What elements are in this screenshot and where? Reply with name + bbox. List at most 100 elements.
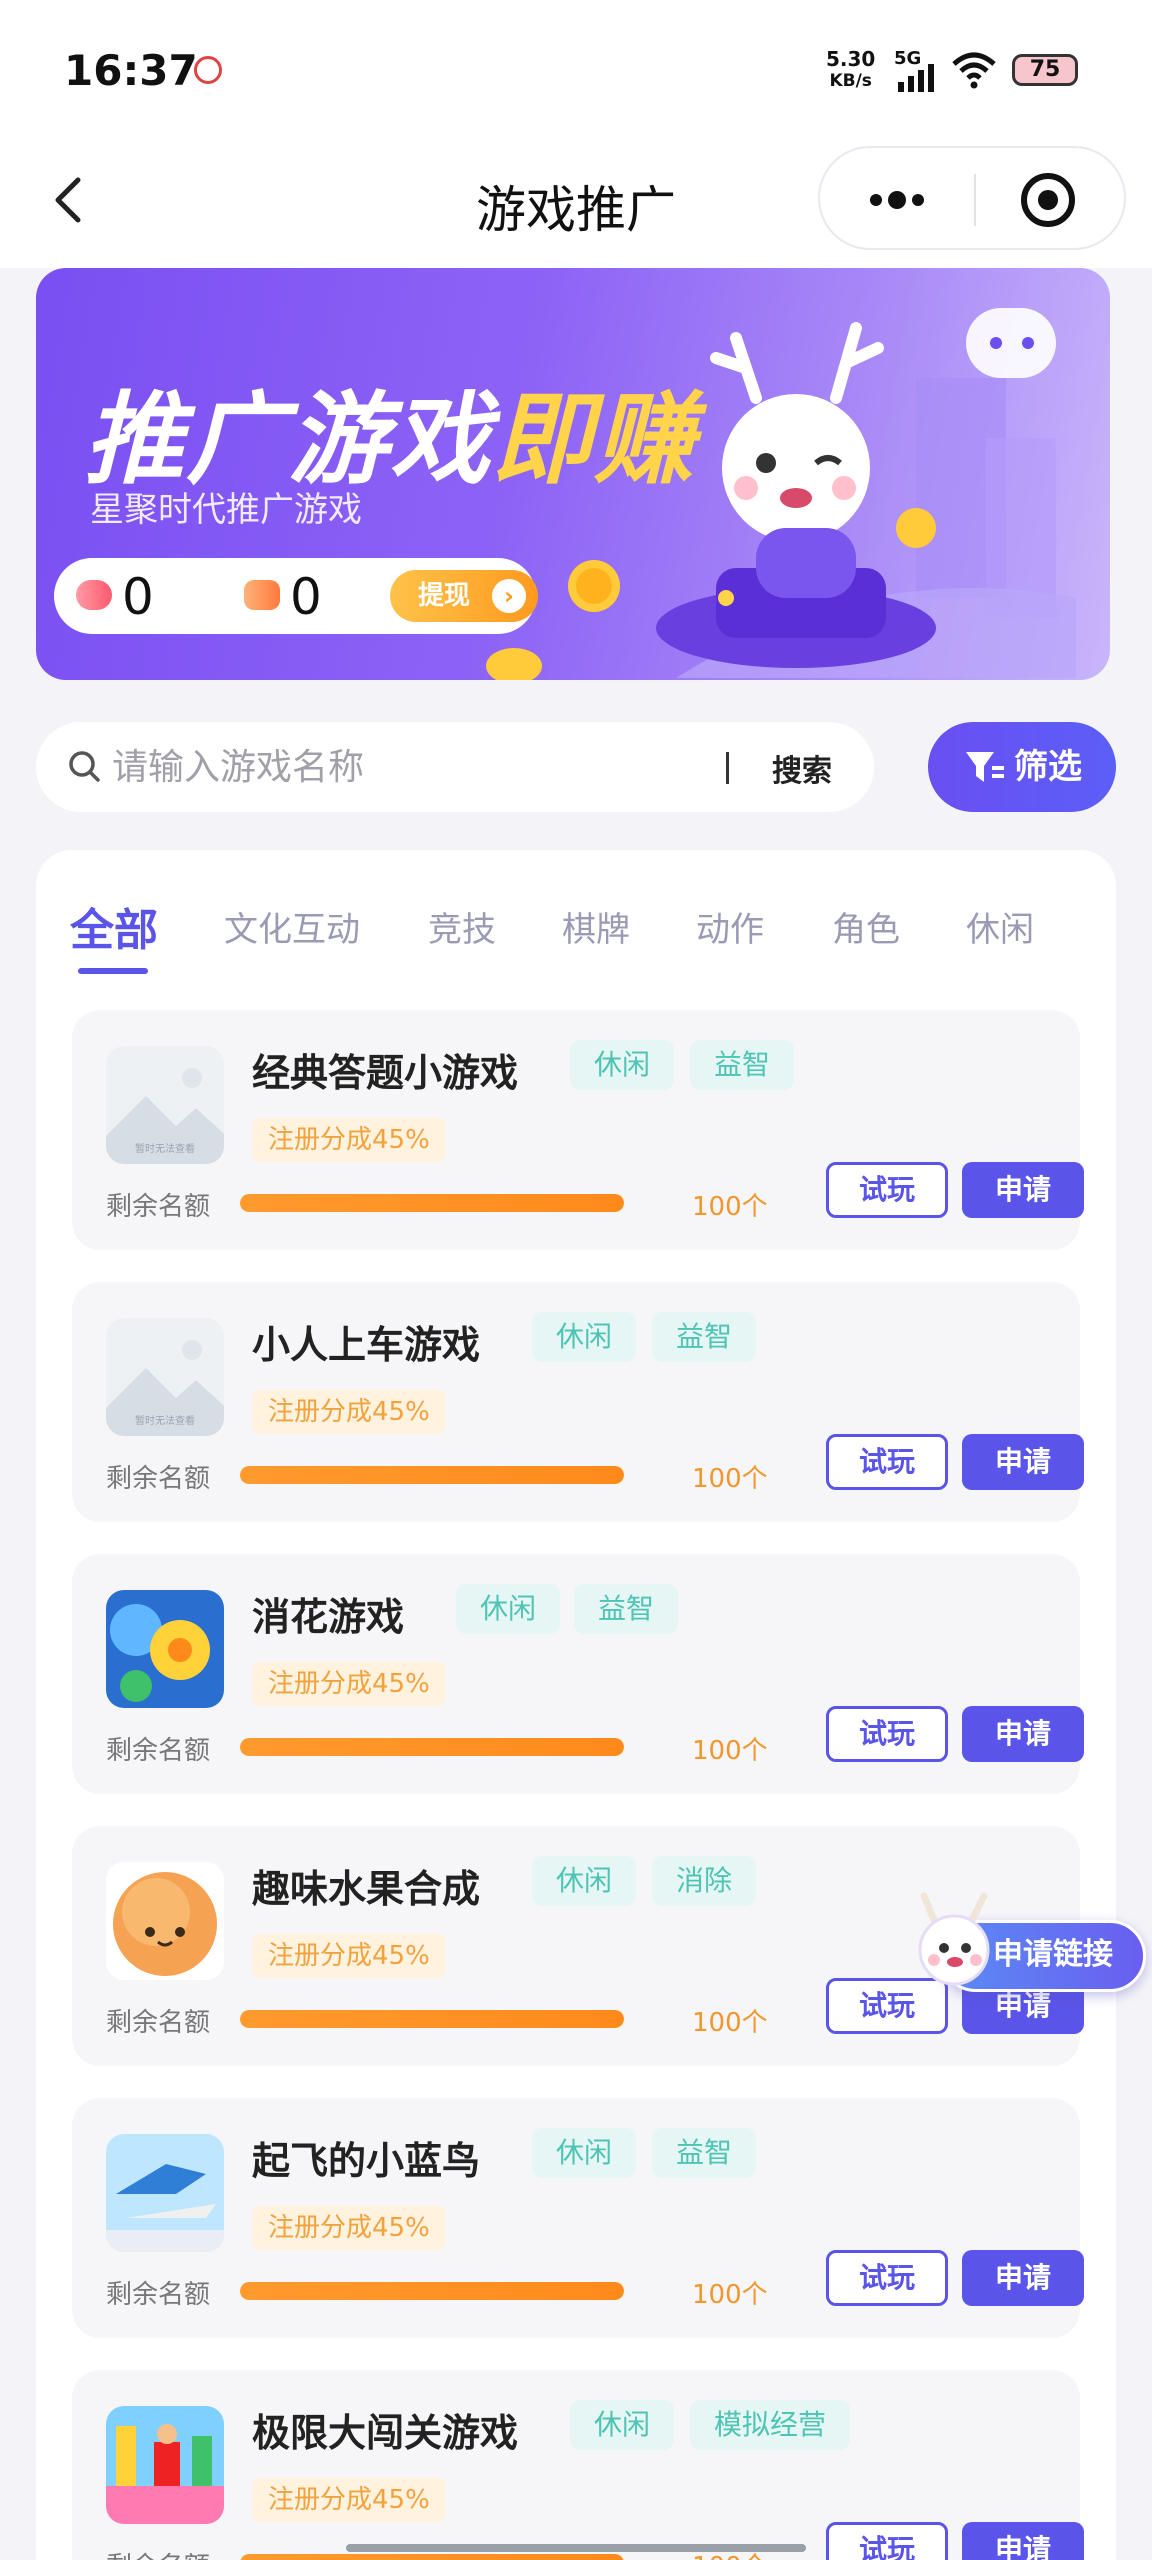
remaining-progress-fill (240, 1194, 624, 1212)
balance-value-2: 0 (290, 568, 322, 626)
remaining-progress-bar (240, 1738, 624, 1756)
revenue-share-badge: 注册分成45% (252, 1390, 446, 1434)
revenue-share-badge: 注册分成45% (252, 1118, 446, 1162)
tab-role[interactable]: 角色 (832, 902, 900, 951)
game-tag: 休闲 (532, 1312, 637, 1362)
coin-icon (568, 560, 620, 612)
search-input[interactable] (112, 736, 732, 798)
deer-mascot-illustration (656, 308, 1076, 678)
red-packet-icon (76, 580, 112, 610)
game-card[interactable]: 暂时无法查看 小人上车游戏 休闲 益智 注册分成45% 剩余名额 100个 试玩… (72, 1282, 1084, 1522)
remaining-label: 剩余名额 (106, 2008, 211, 2038)
filter-button[interactable]: 筛选 (928, 722, 1116, 812)
more-icon[interactable] (862, 174, 932, 226)
remaining-progress-fill (240, 2282, 624, 2300)
game-name: 经典答题小游戏 (252, 1051, 519, 1095)
tab-action[interactable]: 动作 (696, 902, 764, 951)
game-tag: 益智 (652, 2128, 757, 2178)
network-speed-unit: KB/s (829, 71, 872, 91)
game-list-panel: 全部 文化互动 竞技 棋牌 动作 角色 休闲 暂时无法查看 经典答题小游戏 休闲… (36, 850, 1116, 2560)
game-card[interactable]: 起飞的小蓝鸟 休闲 益智 注册分成45% 剩余名额 100个 试玩 申请 (72, 2098, 1084, 2338)
signal-icon (898, 64, 934, 92)
flower-game-icon (106, 1590, 224, 1708)
network-speed: 5.30 KB/s (826, 48, 875, 92)
search-bar: 搜索 (36, 722, 874, 812)
remaining-progress-bar (240, 2554, 624, 2560)
close-miniprogram-icon[interactable] (1018, 170, 1078, 230)
remaining-label: 剩余名额 (106, 2546, 210, 2560)
remaining-progress-bar (240, 2282, 624, 2300)
balance-panel: 0 0 提现 › (54, 558, 538, 634)
remaining-progress-bar (240, 1194, 624, 1212)
remaining-label: 剩余名额 (106, 1736, 211, 1766)
try-button[interactable]: 试玩 (826, 2250, 948, 2306)
balance-value-1: 0 (122, 568, 154, 626)
search-button[interactable]: 搜索 (772, 746, 832, 790)
peach-game-icon (106, 1862, 224, 1980)
game-tag: 休闲 (532, 1856, 637, 1906)
game-tag: 益智 (690, 1040, 795, 1090)
remaining-count: 100个 (692, 1192, 768, 1222)
banner-title-main: 推广游戏 (84, 381, 492, 498)
remaining-progress-bar (240, 2010, 624, 2028)
remaining-count: 100个 (692, 2280, 768, 2310)
promo-banner[interactable]: 推广游戏即赚 星聚时代推广游戏 0 0 提现 › (36, 268, 1110, 680)
game-name: 小人上车游戏 (252, 1323, 481, 1367)
coin-icon (486, 648, 542, 680)
game-name: 起飞的小蓝鸟 (252, 2139, 481, 2183)
filter-icon (966, 752, 1004, 782)
revenue-share-badge: 注册分成45% (252, 1662, 446, 1706)
apply-button[interactable]: 申请 (962, 2250, 1084, 2306)
game-tag: 模拟经营 (690, 2400, 851, 2450)
capsule-divider (974, 174, 976, 226)
home-indicator (346, 2544, 806, 2552)
game-card[interactable]: 极限大闯关游戏 休闲 模拟经营 注册分成45% 剩余名额 100个 试玩 申请 (72, 2370, 1084, 2560)
tab-all[interactable]: 全部 (70, 894, 158, 958)
placeholder-caption: 暂时无法查看 (135, 1142, 195, 1155)
remaining-count: 100个 (692, 2008, 768, 2038)
remaining-progress-bar (240, 1466, 624, 1484)
withdraw-label: 提现 (418, 581, 471, 611)
tab-casual[interactable]: 休闲 (966, 902, 1034, 951)
deer-mascot-icon (918, 1892, 990, 1986)
game-name: 消花游戏 (252, 1595, 405, 1639)
game-tag: 休闲 (570, 2400, 675, 2450)
game-tag: 休闲 (532, 2128, 637, 2178)
game-name: 趣味水果合成 (252, 1867, 481, 1911)
try-button[interactable]: 试玩 (826, 1706, 948, 1762)
tab-competitive[interactable]: 竞技 (428, 902, 496, 951)
apply-button[interactable]: 申请 (962, 1706, 1084, 1762)
category-tabs: 全部 文化互动 竞技 棋牌 动作 角色 休闲 (36, 894, 1116, 974)
tab-board-card[interactable]: 棋牌 (562, 902, 630, 951)
game-tag: 益智 (574, 1584, 679, 1634)
game-tag: 休闲 (570, 1040, 675, 1090)
revenue-share-badge: 注册分成45% (252, 2206, 446, 2250)
banner-subtitle: 星聚时代推广游戏 (90, 490, 362, 530)
search-divider (726, 752, 729, 784)
apply-button[interactable]: 申请 (962, 2522, 1084, 2560)
remaining-progress-fill (240, 2554, 624, 2560)
withdraw-button[interactable]: 提现 › (390, 570, 538, 622)
battery-icon: 75 (1012, 54, 1078, 86)
remaining-label: 剩余名额 (106, 1192, 211, 1222)
remaining-label: 剩余名额 (106, 2280, 211, 2310)
try-button[interactable]: 试玩 (826, 1162, 948, 1218)
wifi-icon (952, 52, 996, 89)
bluebird-game-icon (106, 2134, 224, 2252)
game-name: 极限大闯关游戏 (252, 2411, 519, 2455)
search-icon (69, 751, 100, 782)
game-card[interactable]: 暂时无法查看 经典答题小游戏 休闲 益智 注册分成45% 剩余名额 100个 试… (72, 1010, 1084, 1250)
remaining-progress-fill (240, 1738, 624, 1756)
filter-label: 筛选 (1014, 747, 1082, 787)
placeholder-image-icon: 暂时无法查看 (106, 1046, 224, 1164)
game-card[interactable]: 消花游戏 休闲 益智 注册分成45% 剩余名额 100个 试玩 申请 (72, 1554, 1084, 1794)
try-button[interactable]: 试玩 (826, 2522, 948, 2560)
revenue-share-badge: 注册分成45% (252, 2478, 446, 2522)
obstacle-game-icon (106, 2406, 224, 2524)
try-button[interactable]: 试玩 (826, 1434, 948, 1490)
tab-culture-interactive[interactable]: 文化互动 (224, 902, 360, 951)
miniprogram-capsule (818, 146, 1126, 250)
apply-button[interactable]: 申请 (962, 1434, 1084, 1490)
apply-link-float-button[interactable]: 申请链接 (910, 1892, 1150, 1998)
apply-button[interactable]: 申请 (962, 1162, 1084, 1218)
